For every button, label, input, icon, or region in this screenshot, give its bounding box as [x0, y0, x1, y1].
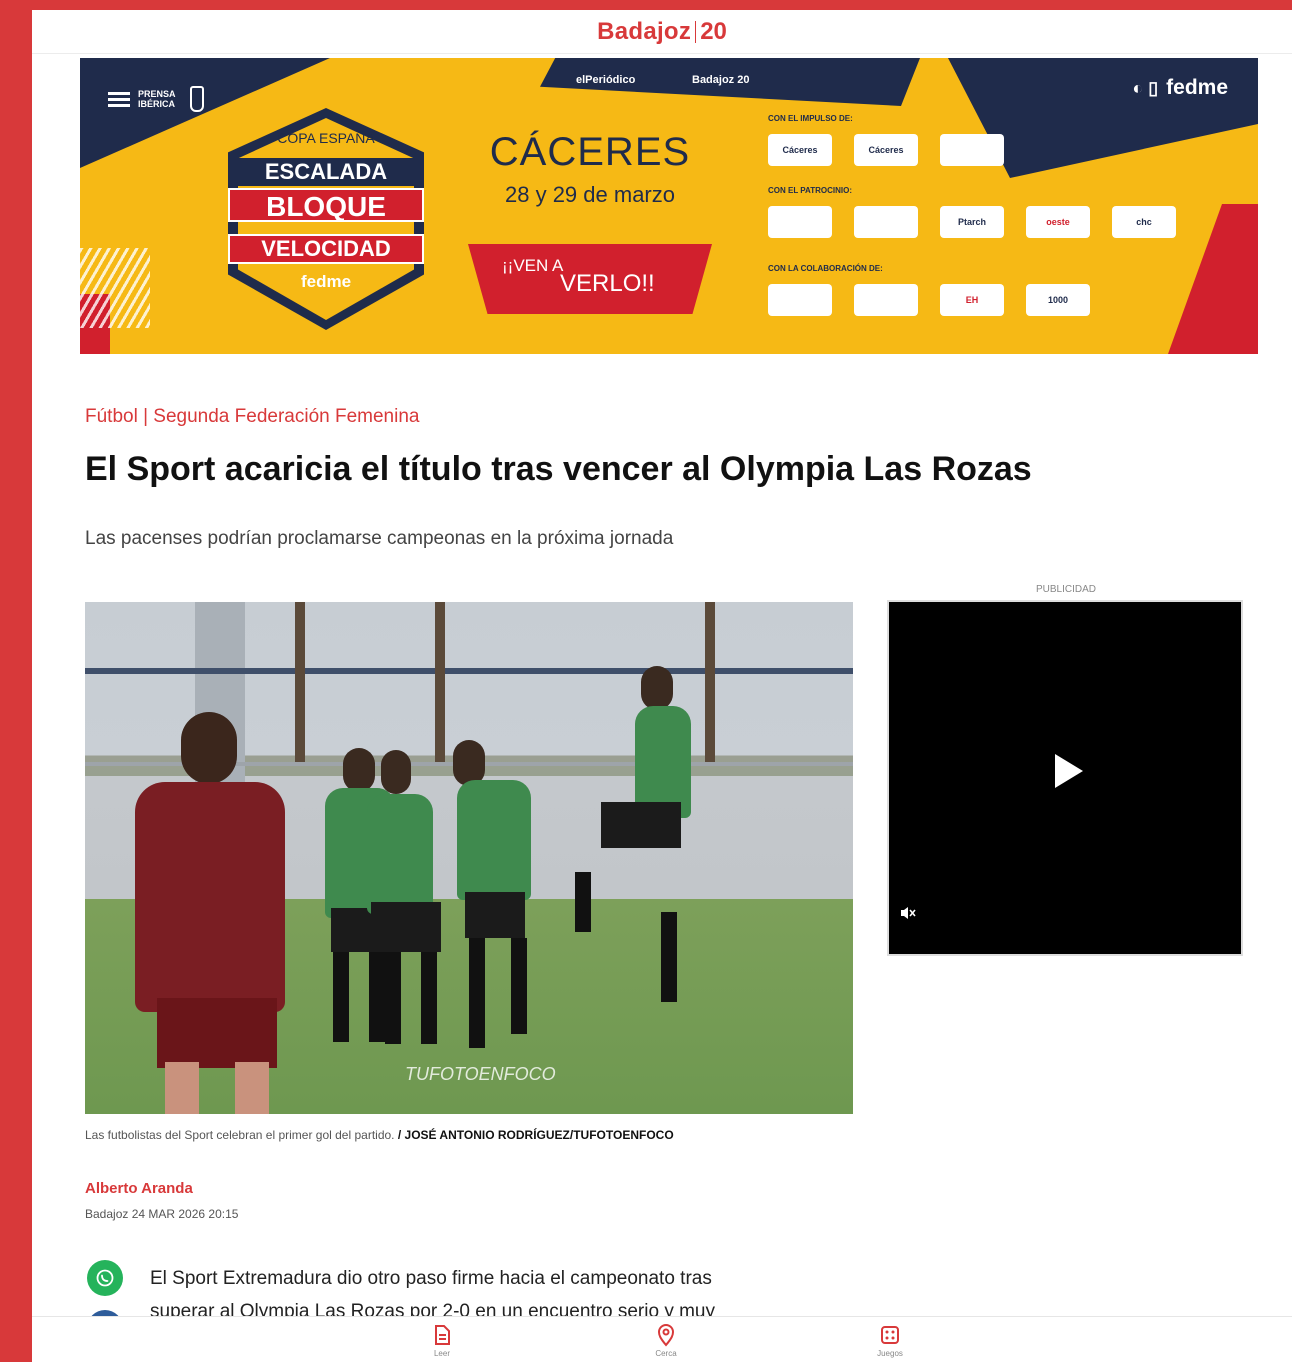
photo-detail — [333, 952, 349, 1042]
banner-dates: 28 y 29 de marzo — [505, 182, 675, 207]
play-icon[interactable] — [1055, 754, 1083, 788]
ad-label: PUBLICIDAD — [1035, 584, 1096, 595]
sponsor-logo: oeste — [1026, 206, 1090, 238]
nav-item-cerca[interactable]: Cerca — [636, 1323, 696, 1358]
fedme-logo: ◐ ▯ fedme — [1132, 76, 1228, 100]
sponsor-logo: Cáceres — [854, 134, 918, 166]
photo-detail — [601, 802, 681, 848]
body-line: El Sport Extremadura dio otro paso firme… — [150, 1268, 712, 1289]
nav-label: Leer — [433, 1349, 450, 1358]
colaboracion-label: CON LA COLABORACIÓN DE: — [768, 264, 883, 273]
photo-detail — [157, 998, 277, 1068]
bottom-nav: Leer Cerca Juegos — [32, 1316, 1292, 1362]
banner-city: CÁCERES — [489, 130, 691, 174]
badge-bloque: BLOQUE — [228, 188, 424, 222]
caption-text: Las futbolistas del Sport celebran el pr… — [85, 1128, 395, 1142]
page: Badajoz 20 PRENSA IBÉRICA elPeriódico Ba… — [32, 10, 1292, 1362]
prensa-iberica-logo: PRENSA IBÉRICA — [108, 86, 204, 112]
sponsor-logo — [854, 284, 918, 316]
badge-velocidad: VELOCIDAD — [228, 234, 424, 264]
photo-detail — [135, 782, 285, 1012]
nav-label: Cerca — [655, 1349, 677, 1358]
photo-detail — [343, 748, 375, 792]
logo-number: 20 — [700, 17, 727, 45]
sponsor-logo — [854, 206, 918, 238]
article-category[interactable]: Fútbol | Segunda Federación Femenina — [85, 406, 419, 428]
photo-detail — [465, 892, 525, 938]
author-link[interactable]: Alberto Aranda — [85, 1180, 193, 1197]
article-dateline: Badajoz 24 MAR 2026 20:15 — [85, 1207, 239, 1221]
photo-detail — [511, 938, 527, 1034]
dice-icon — [881, 1326, 899, 1344]
badge-fedme: fedme — [300, 272, 352, 291]
csd-icon: ◐ ▯ — [1132, 77, 1159, 98]
location-pin-icon — [657, 1324, 675, 1347]
sponsor-logo: 1000 — [1026, 284, 1090, 316]
photo-detail — [435, 602, 445, 762]
mute-icon[interactable] — [899, 904, 917, 926]
photo-detail — [85, 668, 853, 674]
photo-detail — [371, 902, 441, 952]
banner-shape — [1168, 204, 1258, 354]
photo-detail — [181, 712, 237, 784]
caption-credit: / JOSÉ ANTONIO RODRÍGUEZ/TUFOTOENFOCO — [397, 1128, 674, 1142]
sponsor-logo — [768, 284, 832, 316]
article-headline: El Sport acaricia el título tras vencer … — [85, 450, 1032, 488]
sponsor-logo: chc — [1112, 206, 1176, 238]
banner-cta-line1: ¡¡VEN A — [502, 256, 564, 275]
badge-escalada: ESCALADA — [228, 158, 424, 186]
photo-detail — [575, 872, 591, 932]
photo-detail — [705, 602, 715, 762]
impulso-label: CON EL IMPULSO DE: — [768, 114, 853, 123]
photo-detail — [235, 1062, 269, 1114]
patrocinio-label: CON EL PATROCINIO: — [768, 186, 852, 195]
photo-caption: Las futbolistas del Sport celebran el pr… — [85, 1128, 674, 1142]
photo-detail — [367, 794, 433, 914]
banner-stripes — [80, 248, 150, 328]
nav-item-juegos[interactable]: Juegos — [860, 1323, 920, 1358]
photo-detail — [661, 912, 677, 1002]
logo-name: Badajoz — [597, 17, 692, 45]
fedme-text: fedme — [1166, 76, 1228, 99]
photo-detail — [641, 666, 673, 710]
prensa-icon — [108, 91, 130, 107]
photo-detail — [165, 1062, 199, 1114]
banner-cta-line2: VERLO!! — [560, 270, 655, 297]
emblem-icon — [190, 86, 204, 112]
photo-detail — [369, 952, 385, 1042]
sponsor-logo: EH — [940, 284, 1004, 316]
badge-cap: COPA ESPAÑA — [277, 130, 375, 146]
photo-detail — [457, 780, 531, 900]
badajoz-logo-small: Badajoz 20 — [692, 74, 750, 86]
prensa-text: PRENSA IBÉRICA — [138, 89, 176, 109]
site-header: Badajoz 20 — [32, 10, 1292, 54]
photo-detail — [295, 602, 305, 762]
ad-video-player[interactable] — [887, 600, 1243, 956]
photo-detail — [381, 750, 411, 794]
site-logo[interactable]: Badajoz 20 — [597, 18, 727, 46]
photo-detail — [421, 952, 437, 1044]
photo-detail — [385, 952, 401, 1044]
photo-watermark: TUFOTOENFOCO — [405, 1064, 556, 1084]
whatsapp-icon — [96, 1269, 114, 1287]
article-subtitle: Las pacenses podrían proclamarse campeon… — [85, 528, 674, 549]
elperiodico-logo: elPeriódico — [576, 74, 636, 86]
photo-detail — [469, 938, 485, 1048]
logo-divider — [695, 20, 697, 43]
sponsor-logo — [940, 134, 1004, 166]
sponsor-logo: Ptarch — [940, 206, 1004, 238]
document-icon — [435, 1325, 450, 1345]
ad-banner[interactable]: PRENSA IBÉRICA elPeriódico Badajoz 20 CO… — [80, 58, 1258, 354]
article-photo[interactable]: TUFOTOENFOCO — [85, 602, 853, 1114]
nav-label: Juegos — [877, 1349, 903, 1358]
whatsapp-share-button[interactable] — [87, 1260, 123, 1296]
nav-item-leer[interactable]: Leer — [412, 1323, 472, 1358]
sponsor-logo: Cáceres — [768, 134, 832, 166]
sponsor-logo — [768, 206, 832, 238]
